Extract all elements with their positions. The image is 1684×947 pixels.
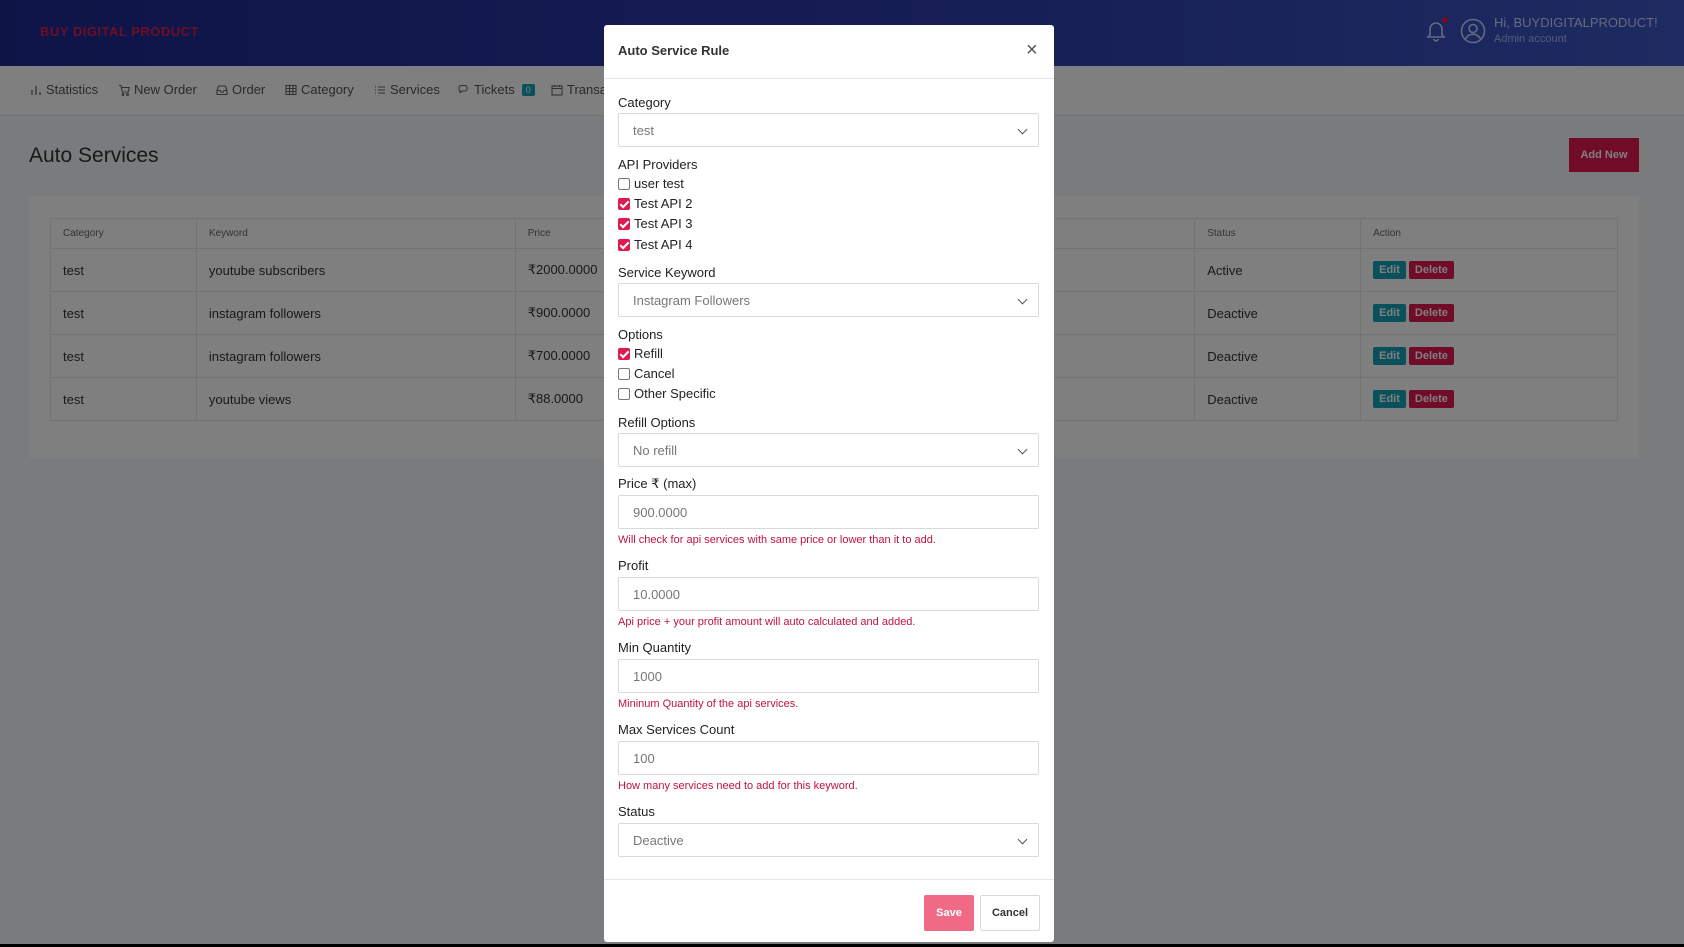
refill-options-label: Refill Options — [618, 415, 696, 430]
api-provider-checkbox[interactable]: Test API 3 — [618, 216, 693, 231]
status-select[interactable]: Deactive — [618, 823, 1039, 857]
service-keyword-label: Service Keyword — [618, 265, 716, 280]
checkbox-label: Test API 4 — [634, 237, 693, 252]
service-keyword-select[interactable]: Instagram Followers — [618, 283, 1039, 317]
max-services-input[interactable] — [618, 741, 1039, 775]
checkbox-box[interactable] — [618, 177, 630, 190]
save-button[interactable]: Save — [924, 895, 974, 931]
status-value: Deactive — [633, 832, 684, 848]
min-quantity-label: Min Quantity — [618, 640, 691, 655]
cancel-button[interactable]: Cancel — [980, 895, 1040, 931]
auto-service-rule-modal: Auto Service Rule × Category test API Pr… — [604, 25, 1054, 942]
checkbox-box[interactable] — [618, 347, 630, 360]
status-label: Status — [618, 804, 655, 819]
checkbox-label: Test API 2 — [634, 196, 693, 211]
modal-title: Auto Service Rule — [618, 43, 730, 58]
min-quantity-hint: Mininum Quantity of the api services. — [618, 698, 799, 710]
checkbox-box[interactable] — [618, 217, 630, 230]
keyword-value: Instagram Followers — [633, 292, 751, 308]
option-checkbox-other[interactable]: Other Specific — [618, 386, 716, 401]
option-checkbox-refill[interactable]: Refill — [618, 346, 663, 361]
profit-hint: Api price + your profit amount will auto… — [618, 616, 916, 628]
api-provider-checkbox[interactable]: Test API 2 — [618, 196, 693, 211]
api-provider-checkbox[interactable]: user test — [618, 176, 684, 191]
category-label: Category — [618, 95, 671, 110]
refill-value: No refill — [633, 442, 678, 458]
option-checkbox-cancel[interactable]: Cancel — [618, 366, 674, 381]
api-provider-checkbox[interactable]: Test API 4 — [618, 237, 693, 252]
price-input[interactable] — [618, 495, 1039, 529]
max-services-label: Max Services Count — [618, 722, 735, 737]
modal-header: Auto Service Rule × — [604, 25, 1054, 79]
checkbox-box[interactable] — [618, 238, 630, 251]
price-hint: Will check for api services with same pr… — [618, 534, 936, 546]
category-select[interactable]: test — [618, 113, 1039, 147]
modal-footer-divider — [604, 879, 1054, 880]
refill-options-select[interactable]: No refill — [618, 433, 1039, 467]
profit-input[interactable] — [618, 577, 1039, 611]
checkbox-label: Other Specific — [634, 386, 716, 401]
checkbox-label: user test — [634, 176, 684, 191]
checkbox-label: Test API 3 — [634, 216, 693, 231]
profit-label: Profit — [618, 558, 649, 573]
category-value: test — [633, 122, 654, 138]
checkbox-box[interactable] — [618, 197, 630, 210]
price-label: Price ₹ (max) — [618, 476, 697, 491]
close-icon[interactable]: × — [1026, 39, 1038, 62]
checkbox-box[interactable] — [618, 367, 630, 380]
options-label: Options — [618, 327, 663, 342]
max-services-hint: How many services need to add for this k… — [618, 780, 858, 792]
checkbox-box[interactable] — [618, 387, 630, 400]
min-quantity-input[interactable] — [618, 659, 1039, 693]
checkbox-label: Refill — [634, 346, 663, 361]
checkbox-label: Cancel — [634, 366, 675, 381]
api-providers-label: API Providers — [618, 157, 698, 172]
